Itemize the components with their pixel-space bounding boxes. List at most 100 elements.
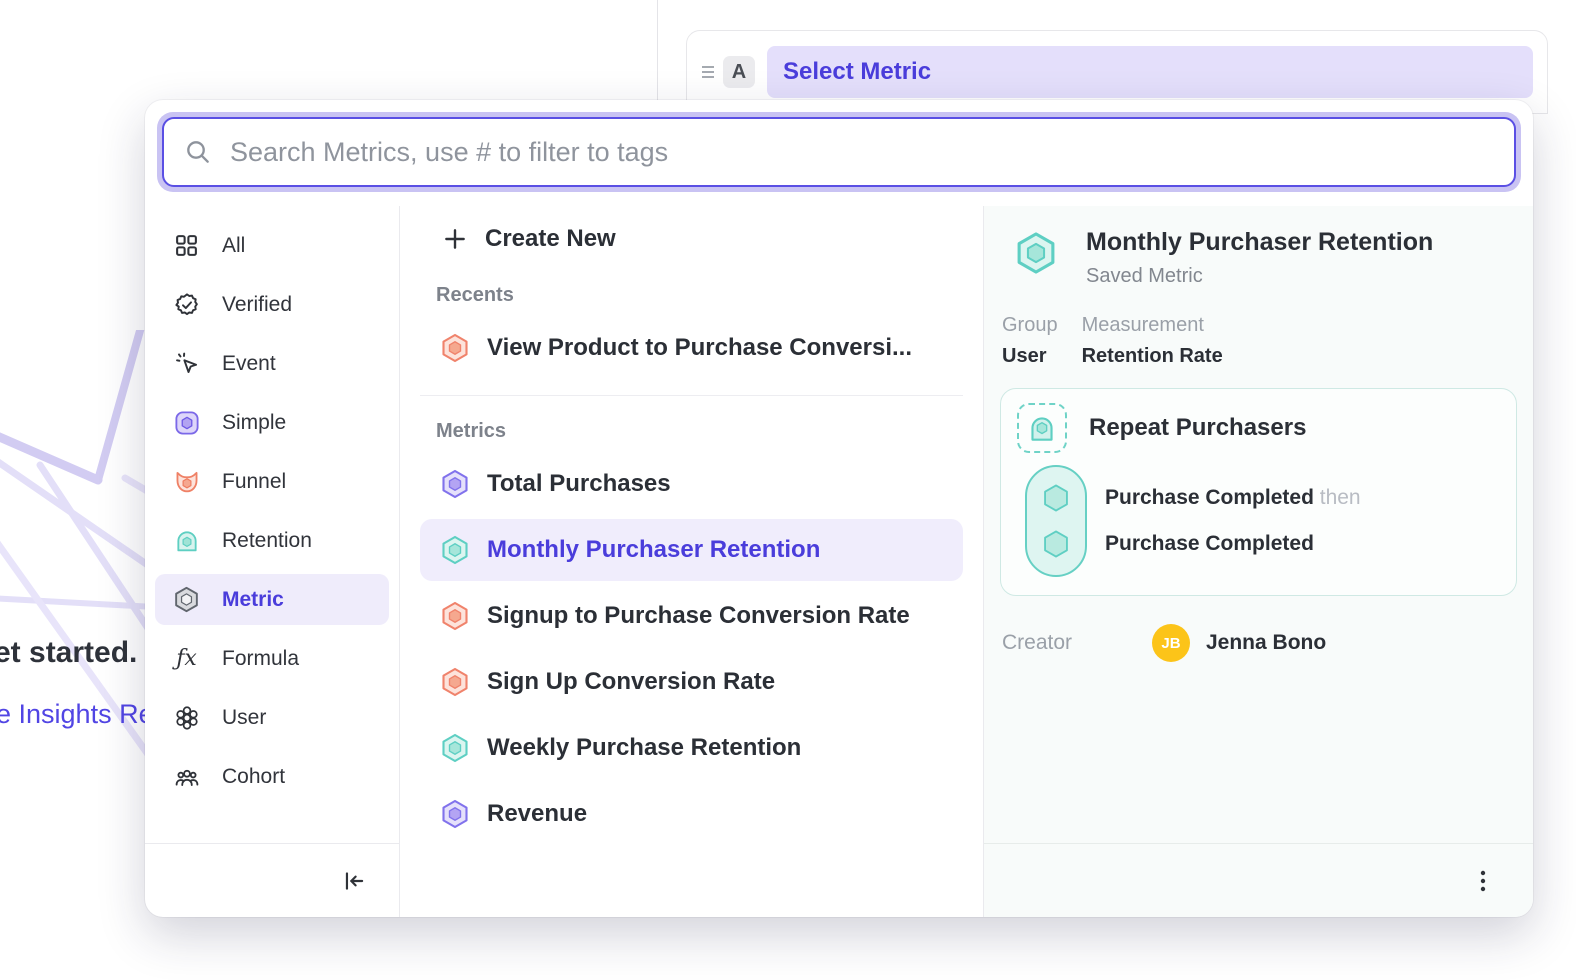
simple-metric-icon xyxy=(173,409,200,436)
metric-row-label: Sign Up Conversion Rate xyxy=(487,668,775,696)
sidebar-item-cohort[interactable]: Cohort xyxy=(155,751,389,802)
metric-row-label: Signup to Purchase Conversion Rate xyxy=(487,602,910,630)
metric-row-revenue[interactable]: Revenue xyxy=(420,783,963,845)
picker-columns: All Verified xyxy=(145,206,1533,917)
event-cursor-icon xyxy=(173,350,200,377)
group-label: Group xyxy=(1002,314,1058,337)
creator-avatar: JB xyxy=(1152,624,1190,662)
creator-row: Creator JB Jenna Bono xyxy=(1002,624,1517,662)
type-sidebar-list: All Verified xyxy=(145,206,399,843)
measurement-value: Retention Rate xyxy=(1082,345,1223,368)
sidebar-item-label: Cohort xyxy=(222,765,285,789)
grid-icon xyxy=(173,232,200,259)
sidebar-item-funnel[interactable]: Funnel xyxy=(155,456,389,507)
metric-row-label: Weekly Purchase Retention xyxy=(487,734,801,762)
sidebar-item-simple[interactable]: Simple xyxy=(155,397,389,448)
select-metric-field[interactable]: Select Metric xyxy=(767,46,1533,98)
create-new-label: Create New xyxy=(485,225,616,253)
sidebar-item-label: Simple xyxy=(222,411,286,435)
sidebar-item-metric[interactable]: Metric xyxy=(155,574,389,625)
sidebar-item-event[interactable]: Event xyxy=(155,338,389,389)
event-hex-icon xyxy=(1040,482,1072,514)
metric-row-label: Total Purchases xyxy=(487,470,671,498)
measurement-label: Measurement xyxy=(1082,314,1223,337)
event-sequence-capsule xyxy=(1025,465,1087,577)
metric-row-label: Revenue xyxy=(487,800,587,828)
creator-name: Jenna Bono xyxy=(1206,631,1326,655)
select-metric-label: Select Metric xyxy=(783,58,931,86)
metric-list-column: Create New Recents View Product to Purch… xyxy=(400,206,983,917)
sidebar-item-label: Formula xyxy=(222,647,299,671)
retention-metric-hex-icon xyxy=(1014,230,1058,276)
sidebar-item-label: Event xyxy=(222,352,276,376)
metric-detail-panel: Monthly Purchaser Retention Saved Metric… xyxy=(983,206,1533,917)
detail-footer xyxy=(984,843,1533,917)
metric-row-weekly-purchase-retention[interactable]: Weekly Purchase Retention xyxy=(420,717,963,779)
sidebar-item-retention[interactable]: Retention xyxy=(155,515,389,566)
metric-row-label: Monthly Purchaser Retention xyxy=(487,536,820,564)
more-options-icon[interactable] xyxy=(1471,868,1495,894)
metrics-header: Metrics xyxy=(436,420,963,443)
recent-item[interactable]: View Product to Purchase Conversi... xyxy=(420,317,963,379)
sidebar-item-user[interactable]: User xyxy=(155,692,389,743)
detail-subtitle: Saved Metric xyxy=(1086,265,1433,288)
verified-badge-icon xyxy=(173,291,200,318)
funnel-metric-hex-icon xyxy=(440,333,470,363)
search-icon xyxy=(184,138,212,166)
cohort-people-icon xyxy=(173,763,200,790)
formula-fx-icon: ƒx xyxy=(173,645,200,672)
search-field[interactable] xyxy=(162,117,1516,187)
step1-event: Purchase Completed xyxy=(1105,486,1314,509)
metric-row-total-purchases[interactable]: Total Purchases xyxy=(420,453,963,515)
create-new-button[interactable]: Create New xyxy=(420,214,963,264)
metric-detail-body: Monthly Purchaser Retention Saved Metric… xyxy=(984,206,1533,843)
sidebar-item-label: Verified xyxy=(222,293,292,317)
metric-hexagon-icon xyxy=(173,586,200,613)
page-divider-line xyxy=(657,0,658,102)
collapse-sidebar-icon[interactable] xyxy=(341,868,367,894)
event-metric-hex-icon xyxy=(440,799,470,829)
metric-row-signup-to-purchase-conversion-rate[interactable]: Signup to Purchase Conversion Rate xyxy=(420,585,963,647)
retention-metric-hex-icon xyxy=(440,733,470,763)
sidebar-item-verified[interactable]: Verified xyxy=(155,279,389,330)
sidebar-item-all[interactable]: All xyxy=(155,220,389,271)
plus-icon xyxy=(442,226,468,252)
list-divider xyxy=(420,395,963,396)
funnel-metric-hex-icon xyxy=(440,601,470,631)
sidebar-item-formula[interactable]: ƒx Formula xyxy=(155,633,389,684)
sidebar-item-label: Retention xyxy=(222,529,312,553)
recents-header: Recents xyxy=(436,284,963,307)
type-sidebar: All Verified xyxy=(145,206,400,917)
sidebar-item-label: All xyxy=(222,234,245,258)
event-metric-hex-icon xyxy=(440,469,470,499)
sidebar-footer xyxy=(145,843,399,917)
sidebar-item-label: Metric xyxy=(222,588,284,612)
retention-metric-hex-icon xyxy=(440,535,470,565)
repeat-purchasers-icon xyxy=(1017,403,1067,453)
search-input[interactable] xyxy=(230,137,1494,168)
retention-icon xyxy=(173,527,200,554)
metric-row-sign-up-conversion-rate[interactable]: Sign Up Conversion Rate xyxy=(420,651,963,713)
detail-header: Monthly Purchaser Retention Saved Metric xyxy=(1014,228,1517,288)
saved-cohort-title: Repeat Purchasers xyxy=(1089,414,1306,442)
detail-title: Monthly Purchaser Retention xyxy=(1086,228,1433,257)
detail-meta: Group User Measurement Retention Rate xyxy=(1002,314,1517,368)
query-step-badge: A xyxy=(723,56,755,88)
user-cluster-icon xyxy=(173,704,200,731)
funnel-icon xyxy=(173,468,200,495)
step2-event: Purchase Completed xyxy=(1105,532,1314,555)
insights-report-link[interactable]: e Insights Re xyxy=(0,699,154,730)
creator-label: Creator xyxy=(1002,631,1152,655)
metric-picker-modal: All Verified xyxy=(145,100,1533,917)
metric-row-monthly-purchaser-retention[interactable]: Monthly Purchaser Retention xyxy=(420,519,963,581)
search-ring xyxy=(157,112,1521,192)
drag-handle-icon[interactable] xyxy=(695,59,721,85)
sidebar-item-label: Funnel xyxy=(222,470,286,494)
funnel-metric-hex-icon xyxy=(440,667,470,697)
recent-item-label: View Product to Purchase Conversi... xyxy=(487,334,912,362)
step-connector: then xyxy=(1314,486,1361,509)
event-hex-icon xyxy=(1040,528,1072,560)
group-value: User xyxy=(1002,345,1058,368)
get-started-heading: et started. xyxy=(0,636,137,670)
saved-cohort-card: Repeat Purchasers xyxy=(1000,388,1517,596)
